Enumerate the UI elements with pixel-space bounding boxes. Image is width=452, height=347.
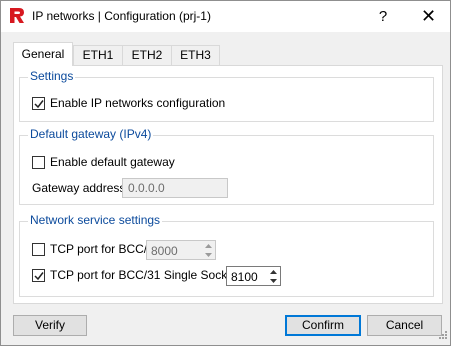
spin-up-icon[interactable] bbox=[267, 267, 280, 276]
network-group-title: Network service settings bbox=[28, 213, 163, 227]
tcp-single-checkbox[interactable] bbox=[32, 269, 45, 282]
tab-eth2[interactable]: ETH2 bbox=[122, 45, 172, 65]
cancel-button[interactable]: Cancel bbox=[367, 315, 442, 336]
gateway-group-title: Default gateway (IPv4) bbox=[28, 127, 154, 141]
settings-group-title: Settings bbox=[28, 69, 76, 83]
gateway-address-input[interactable]: 0.0.0.0 bbox=[122, 178, 228, 198]
app-logo-icon bbox=[9, 7, 25, 24]
spin-up-icon[interactable] bbox=[202, 241, 215, 250]
gateway-group: Default gateway (IPv4) Enable default ga… bbox=[19, 127, 434, 205]
tab-eth3[interactable]: ETH3 bbox=[171, 45, 220, 65]
tcp-single-spinbox[interactable]: 8100 bbox=[226, 266, 281, 286]
settings-group: Settings Enable IP networks configuratio… bbox=[19, 69, 434, 122]
confirm-button[interactable]: Confirm bbox=[285, 315, 361, 336]
close-icon[interactable]: ✕ bbox=[406, 1, 451, 32]
tab-general[interactable]: General bbox=[13, 42, 73, 66]
spin-down-icon[interactable] bbox=[202, 250, 215, 259]
resize-grip-icon[interactable] bbox=[438, 329, 448, 343]
dialog-window: IP networks | Configuration (prj-1) ? ✕ … bbox=[0, 0, 451, 346]
enable-gateway-label: Enable default gateway bbox=[50, 155, 175, 169]
network-group: Network service settings TCP port for BC… bbox=[19, 213, 434, 297]
window-title: IP networks | Configuration (prj-1) bbox=[32, 9, 211, 23]
checkmark-icon bbox=[34, 100, 44, 109]
help-icon[interactable]: ? bbox=[363, 1, 403, 32]
tcp-single-value: 8100 bbox=[231, 270, 258, 284]
tab-eth1[interactable]: ETH1 bbox=[73, 45, 123, 65]
enable-ip-label: Enable IP networks configuration bbox=[50, 96, 226, 110]
enable-ip-checkbox[interactable] bbox=[32, 97, 45, 110]
tcp-bcc-value: 8000 bbox=[151, 244, 178, 258]
title-bar: IP networks | Configuration (prj-1) ? ✕ bbox=[1, 1, 450, 32]
gateway-address-label: Gateway address: bbox=[32, 181, 129, 195]
tcp-bcc-spinbox[interactable]: 8000 bbox=[146, 240, 216, 260]
tcp-bcc-checkbox[interactable] bbox=[32, 243, 45, 256]
enable-gateway-checkbox[interactable] bbox=[32, 156, 45, 169]
checkmark-icon bbox=[34, 272, 44, 281]
spin-down-icon[interactable] bbox=[267, 276, 280, 285]
verify-button[interactable]: Verify bbox=[13, 315, 87, 336]
tcp-single-label: TCP port for BCC/31 Single Socket: bbox=[50, 268, 241, 282]
tab-panel-general: Settings Enable IP networks configuratio… bbox=[13, 65, 443, 304]
